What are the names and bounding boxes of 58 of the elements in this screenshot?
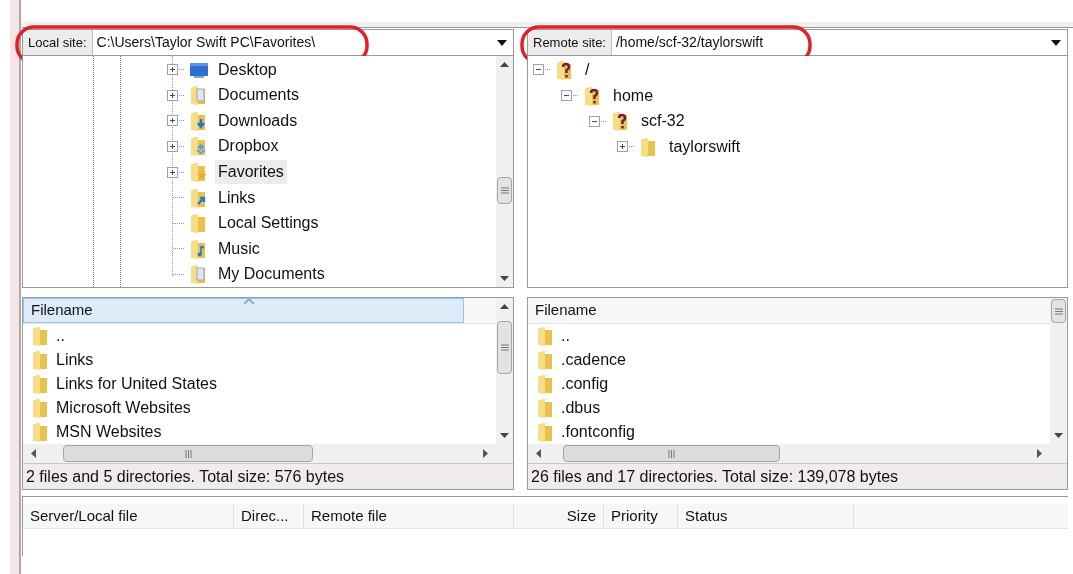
file-name[interactable]: Microsoft Websites — [56, 396, 191, 420]
column-header[interactable]: Filename — [23, 298, 464, 323]
scroll-thumb[interactable] — [1051, 299, 1066, 323]
horizontal-scrollbar[interactable] — [23, 444, 496, 463]
tree-item[interactable]: Dropbox — [215, 134, 282, 159]
file-name[interactable]: .cadence — [561, 348, 626, 372]
scroll-thumb[interactable] — [63, 445, 313, 462]
tree-item[interactable]: scf-32 — [641, 109, 685, 134]
grip-icon — [184, 449, 192, 458]
scroll-left-icon — [536, 449, 541, 458]
column-header[interactable]: Server/Local file — [23, 504, 234, 528]
tree-item[interactable]: taylorswift — [669, 134, 741, 159]
scroll-right-icon — [1037, 449, 1042, 458]
tree-item[interactable]: Music — [215, 236, 263, 261]
grip-icon — [500, 344, 509, 351]
file-name[interactable]: .fontconfig — [561, 420, 635, 444]
scroll-up-icon — [500, 62, 509, 67]
file-name[interactable]: .. — [56, 324, 65, 348]
star-folder-icon — [189, 162, 209, 183]
scroll-right-icon — [483, 449, 488, 458]
vertical-scrollbar[interactable] — [1050, 298, 1067, 444]
column-header[interactable]: Priority — [604, 504, 678, 528]
file-name[interactable]: MSN Websites — [56, 420, 162, 444]
grip-icon — [668, 449, 675, 458]
tree-item[interactable]: Favorites — [215, 160, 287, 185]
scroll-down-icon — [500, 433, 509, 438]
grip-icon — [1054, 307, 1063, 315]
status-text: 2 files and 5 directories. Total size: 576 bytes — [26, 466, 345, 487]
vertical-scrollbar[interactable] — [496, 298, 513, 444]
vertical-scrollbar[interactable] — [496, 56, 513, 287]
grip-icon — [500, 187, 509, 194]
file-name[interactable]: .. — [561, 324, 570, 348]
tree-item[interactable]: Documents — [215, 83, 302, 108]
column-header[interactable]: Status — [678, 504, 854, 528]
file-name[interactable]: Links — [56, 348, 94, 372]
tree-item[interactable]: My Documents — [215, 262, 328, 287]
tree-item[interactable]: / — [585, 57, 590, 82]
tree-item[interactable]: Links — [215, 185, 259, 210]
column-header[interactable]: Filename — [528, 298, 1048, 323]
column-header[interactable]: Size — [514, 504, 604, 528]
scroll-left-icon — [31, 449, 36, 458]
tree-item[interactable]: Local Settings — [215, 211, 322, 236]
tree-item[interactable]: home — [613, 83, 654, 108]
file-name[interactable]: Links for United States — [56, 372, 217, 396]
status-text: 26 files and 17 directories. Total size: 139,078 bytes — [531, 466, 899, 487]
file-name[interactable]: .config — [561, 372, 609, 396]
tree-item[interactable]: Downloads — [215, 108, 301, 133]
scroll-thumb[interactable] — [497, 177, 512, 204]
tree-item[interactable]: Desktop — [215, 57, 280, 82]
horizontal-scrollbar[interactable] — [528, 444, 1050, 463]
column-header[interactable]: Direc... — [234, 504, 304, 528]
column-header[interactable]: Remote file — [304, 504, 514, 528]
scroll-thumb[interactable] — [497, 321, 512, 374]
scroll-down-icon — [500, 276, 509, 281]
scroll-up-icon — [500, 304, 509, 309]
file-name[interactable]: .dbus — [561, 396, 601, 420]
scroll-down-icon — [1054, 433, 1063, 438]
scroll-thumb[interactable] — [563, 445, 780, 462]
